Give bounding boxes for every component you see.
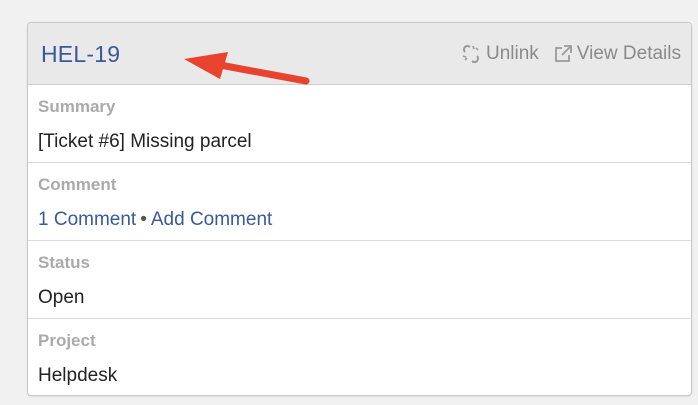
summary-label: Summary [38, 97, 116, 116]
header-actions: Unlink View Details [460, 43, 681, 65]
summary-row: Summary [Ticket #6] Missing parcel [28, 85, 691, 163]
status-value: Open [38, 287, 85, 308]
ticket-key-link[interactable]: HEL-19 [41, 41, 120, 68]
status-row: Status Open [28, 241, 691, 319]
summary-value: [Ticket #6] Missing parcel [38, 131, 252, 152]
view-details-label: View Details [576, 43, 681, 64]
comment-label: Comment [38, 175, 117, 194]
view-details-button[interactable]: View Details [553, 43, 681, 65]
comment-count-link[interactable]: 1 Comment [38, 209, 136, 230]
unlink-icon [462, 44, 480, 64]
comment-value: 1 Comment • Add Comment [38, 209, 691, 231]
comment-row: Comment 1 Comment • Add Comment [28, 163, 691, 241]
external-link-icon [554, 45, 572, 62]
unlink-button[interactable]: Unlink [460, 43, 539, 65]
linked-issue-card: HEL-19 Unlink View Details Summary [Tick… [27, 22, 692, 396]
comment-separator: • [140, 209, 147, 230]
status-label: Status [38, 253, 90, 272]
red-arrow-icon [184, 52, 310, 85]
card-header: HEL-19 Unlink View Details [28, 23, 691, 85]
unlink-label: Unlink [485, 43, 539, 64]
project-label: Project [38, 331, 96, 350]
project-row: Project Helpdesk [28, 319, 691, 395]
project-value: Helpdesk [38, 365, 118, 386]
add-comment-link[interactable]: Add Comment [151, 209, 272, 230]
